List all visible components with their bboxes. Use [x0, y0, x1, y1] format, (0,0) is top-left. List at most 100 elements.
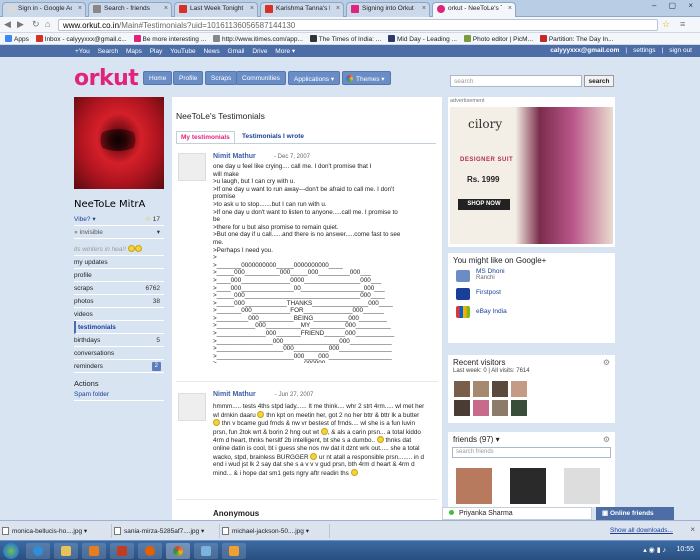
advertisement[interactable]: advertisement cilory DESIGNER SUIT Rs. 1… — [448, 97, 615, 247]
google-bar-link[interactable]: Search — [98, 48, 119, 55]
sign-out-link[interactable]: sign out — [669, 47, 692, 54]
bookmark-midday[interactable]: Mid Day - Leading ... — [388, 35, 457, 43]
home-icon[interactable]: ⌂ — [45, 19, 50, 29]
nav-communities[interactable]: Communities — [236, 71, 286, 85]
taskbar-explorer[interactable] — [54, 543, 78, 559]
search-friends-input[interactable]: search friends — [452, 447, 611, 458]
menu-reminders[interactable]: reminders 2 — [74, 360, 164, 373]
friend-photo[interactable] — [456, 468, 492, 504]
google-bar-link[interactable]: More ▾ — [275, 48, 295, 55]
visitor-thumb[interactable] — [492, 400, 508, 416]
friend-photo[interactable] — [564, 468, 600, 504]
spam-folder-link[interactable]: Spam folder — [74, 388, 164, 401]
orkut-logo[interactable]: orkut — [74, 66, 139, 91]
avatar[interactable] — [178, 153, 206, 181]
google-bar-link[interactable]: Maps — [126, 48, 142, 55]
bookmark-partition[interactable]: Partition: The Day In... — [539, 35, 613, 43]
taskbar-media[interactable] — [82, 543, 106, 559]
friends-heading[interactable]: friends (97) ▾ — [448, 432, 615, 447]
avatar[interactable] — [178, 393, 206, 421]
tray-icons[interactable]: ▴ ◉ ▮ ♪ — [643, 546, 666, 554]
start-button[interactable] — [3, 543, 19, 559]
taskbar-app[interactable] — [194, 543, 218, 559]
taskbar-chrome[interactable] — [166, 543, 190, 559]
taskbar-firefox[interactable] — [138, 543, 162, 559]
taskbar-app[interactable] — [222, 543, 246, 559]
bookmark-inbox[interactable]: Inbox - calyyyxxx@gmail.c... — [35, 35, 127, 43]
ad-banner[interactable]: cilory DESIGNER SUIT Rs. 1999 SHOP NOW — [450, 107, 613, 244]
browser-tab[interactable]: Karishma Tanna's hot ph× — [260, 2, 344, 17]
menu-my-updates[interactable]: my updates — [74, 256, 164, 269]
bookmark-interesting[interactable]: Be more interesting ... — [133, 35, 206, 43]
bookmark-toi[interactable]: The Times of India: ... — [309, 35, 381, 43]
nav-applications[interactable]: Applications ▾ — [288, 71, 341, 85]
browser-tab[interactable]: Sign in - Google Accoun× — [2, 2, 86, 17]
gplus-suggestion[interactable]: MS Dhoni Ranchi — [448, 268, 615, 286]
reload-icon[interactable]: ↻ — [32, 19, 40, 30]
nav-themes[interactable]: Themes ▾ — [342, 71, 391, 85]
window-controls[interactable]: – ▢ × — [652, 1, 698, 10]
bookmark-itimes[interactable]: http://www.itimes.com/app... — [212, 35, 303, 43]
visitor-thumb[interactable] — [473, 381, 489, 397]
menu-icon[interactable]: ≡ — [680, 19, 685, 29]
google-bar-link[interactable]: YouTube — [170, 48, 196, 55]
tab-testimonials-i-wrote[interactable]: Testimonials I wrote — [238, 131, 308, 142]
download-item[interactable]: michael-jackson-50....jpg ▾ — [220, 524, 330, 538]
visitor-thumb[interactable] — [511, 381, 527, 397]
close-icon[interactable]: × — [690, 525, 695, 534]
bookmark-photo-editor[interactable]: Photo editor | PicM... — [463, 35, 533, 43]
google-bar-link[interactable]: Drive — [252, 48, 267, 55]
show-all-downloads-link[interactable]: Show all downloads... — [610, 527, 673, 534]
vibe-dropdown[interactable]: Vibe? ▾ ☆ 17 — [74, 213, 164, 226]
settings-link[interactable]: settings — [633, 47, 655, 54]
visitor-thumb[interactable] — [454, 400, 470, 416]
download-item[interactable]: sania-mirza-5285af7....jpg ▾ — [112, 524, 220, 538]
browser-tab-active[interactable]: orkut - NeeToLe's Testimo× — [432, 2, 516, 18]
google-bar-link[interactable]: +You — [75, 48, 90, 55]
gplus-suggestion[interactable]: Firstpost — [448, 286, 615, 304]
close-tab-icon[interactable]: × — [78, 5, 82, 12]
menu-testimonials[interactable]: testimonials — [74, 321, 164, 334]
orkut-search-input[interactable]: search — [450, 75, 582, 87]
gear-icon[interactable]: ⚙ — [603, 358, 610, 367]
menu-videos[interactable]: videos — [74, 308, 164, 321]
star-bookmark-icon[interactable]: ☆ — [662, 19, 670, 30]
search-button[interactable]: search — [584, 75, 614, 87]
close-tab-icon[interactable]: × — [422, 5, 426, 12]
visitor-thumb[interactable] — [473, 400, 489, 416]
close-tab-icon[interactable]: × — [250, 5, 254, 12]
menu-profile[interactable]: profile — [74, 269, 164, 282]
taskbar-ie[interactable] — [26, 543, 50, 559]
download-item[interactable]: monica-bellucis-ho....jpg ▾ — [0, 524, 112, 538]
forward-arrow-icon[interactable]: ▶ — [17, 19, 24, 30]
nav-home[interactable]: Home — [143, 71, 173, 85]
close-tab-icon[interactable]: × — [508, 5, 512, 12]
menu-conversations[interactable]: conversations — [74, 347, 164, 360]
back-arrow-icon[interactable]: ◀ — [4, 19, 11, 30]
shop-now-button[interactable]: SHOP NOW — [458, 199, 510, 210]
gear-icon[interactable]: ⚙ — [603, 435, 610, 444]
menu-birthdays[interactable]: birthdays 5 — [74, 334, 164, 347]
friend-photo[interactable] — [510, 468, 546, 504]
google-bar-link[interactable]: Gmail — [228, 48, 245, 55]
visitor-thumb[interactable] — [492, 381, 508, 397]
close-tab-icon[interactable]: × — [164, 5, 168, 12]
nav-scraps[interactable]: Scraps — [205, 71, 238, 85]
menu-scraps[interactable]: scraps 6762 — [74, 282, 164, 295]
bookmark-apps[interactable]: Apps — [5, 35, 29, 43]
google-bar-link[interactable]: Play — [150, 48, 163, 55]
status-selector[interactable]: ● invisible ▾ — [74, 226, 164, 239]
visitor-thumb[interactable] — [511, 400, 527, 416]
browser-tab[interactable]: Search - friends × — [88, 2, 172, 17]
clock[interactable]: 10:55 — [676, 546, 694, 553]
browser-tab[interactable]: Signing into Orkut - Goo× — [346, 2, 430, 17]
online-friends-button[interactable]: ▣ Online friends — [596, 507, 674, 520]
nav-profile[interactable]: Profile — [173, 71, 204, 85]
testimonial-author[interactable]: Nimit Mathur — [213, 153, 256, 160]
testimonial-author[interactable]: Nimit Mathur — [213, 391, 256, 398]
taskbar-photos[interactable] — [110, 543, 134, 559]
address-bar[interactable]: www.orkut.co.in/Main#Testimonials?uid=10… — [58, 19, 658, 31]
visitor-thumb[interactable] — [454, 381, 470, 397]
gplus-suggestion[interactable]: eBay India — [448, 304, 615, 322]
browser-tab[interactable]: Last Week Tonight with× — [174, 2, 258, 17]
